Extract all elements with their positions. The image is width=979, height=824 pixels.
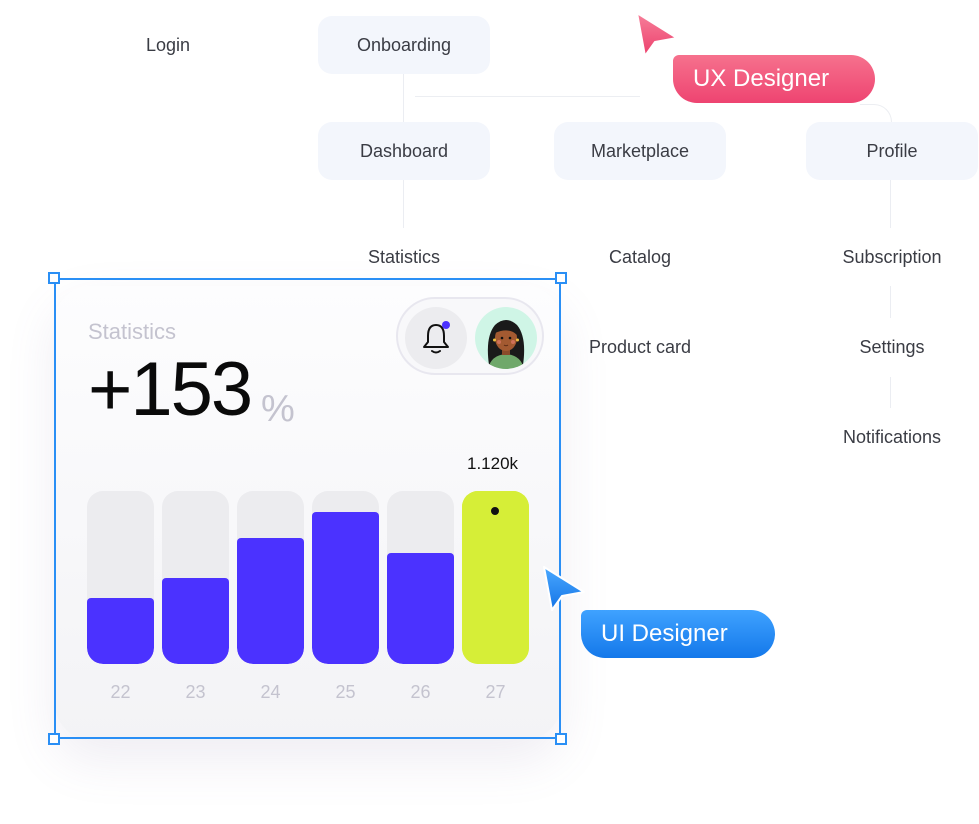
node-label: Marketplace — [590, 140, 690, 161]
user-avatar[interactable] — [475, 307, 537, 369]
x-tick-label-22: 22 — [110, 682, 131, 702]
ui-designer-cursor-icon — [543, 566, 585, 611]
bar-chart — [87, 491, 529, 669]
header-actions — [396, 297, 544, 375]
node-marketplace[interactable]: Marketplace — [554, 122, 726, 180]
bar-track-23[interactable] — [162, 491, 229, 664]
connector-profile-subscription — [890, 180, 891, 228]
ux-designer-label: UX Designer — [693, 65, 830, 92]
highlight-marker-dot — [491, 507, 499, 515]
resize-handle-top-right[interactable] — [555, 272, 567, 284]
ux-designer-cursor-icon — [636, 12, 678, 57]
connector-settings-notifications — [890, 377, 891, 408]
bar-track-25[interactable] — [312, 491, 379, 664]
x-tick-label-26: 26 — [410, 682, 431, 702]
node-label: Product card — [588, 336, 692, 357]
node-label: Onboarding — [356, 34, 452, 55]
node-subscription[interactable]: Subscription — [806, 228, 978, 286]
x-tick-label-27: 27 — [485, 682, 506, 702]
ui-designer-label: UI Designer — [601, 620, 728, 647]
x-tick-label-24: 24 — [260, 682, 281, 702]
notification-dot — [442, 321, 450, 329]
avatar-illustration-icon — [487, 320, 525, 369]
stat-unit: % — [261, 388, 295, 430]
bar-value-label: 1.120k — [467, 454, 519, 473]
node-label: Statistics — [367, 246, 441, 267]
connector-onboarding-marketplace — [415, 96, 640, 123]
bar-25 — [312, 511, 379, 664]
node-catalog[interactable]: Catalog — [554, 228, 726, 286]
ui-designer-tag: UI Designer — [581, 610, 775, 658]
x-tick-label-25: 25 — [335, 682, 356, 702]
node-login[interactable]: Login — [82, 16, 254, 74]
bar-24 — [237, 537, 304, 664]
bar-track-24[interactable] — [237, 491, 304, 664]
bar-track-22[interactable] — [87, 491, 154, 664]
node-label: Settings — [859, 336, 925, 357]
bar-track-27[interactable] — [462, 491, 529, 664]
bar-23 — [162, 577, 229, 664]
node-profile[interactable]: Profile — [806, 122, 978, 180]
node-notifications[interactable]: Notifications — [806, 408, 978, 466]
node-product-card[interactable]: Product card — [554, 318, 726, 376]
node-settings[interactable]: Settings — [806, 318, 978, 376]
bar-27 — [462, 491, 529, 664]
node-statistics[interactable]: Statistics — [318, 228, 490, 286]
card-title: Statistics — [88, 319, 177, 344]
node-label: Dashboard — [359, 140, 449, 161]
resize-handle-bottom-left[interactable] — [48, 733, 60, 745]
node-onboarding[interactable]: Onboarding — [318, 16, 490, 74]
node-label: Profile — [866, 140, 918, 161]
statistics-card[interactable]: Statistics +153 % 22 23 24 25 26 1.120k … — [55, 286, 561, 740]
connector-onboarding-dashboard — [403, 73, 404, 123]
connector-subscription-settings — [890, 286, 891, 318]
connector-ux-profile — [860, 104, 892, 123]
ux-designer-tag: UX Designer — [673, 55, 875, 103]
node-label: Login — [145, 34, 191, 55]
x-tick-label-23: 23 — [185, 682, 206, 702]
bar-22 — [87, 598, 154, 664]
node-dashboard[interactable]: Dashboard — [318, 122, 490, 180]
resize-handle-top-left[interactable] — [48, 272, 60, 284]
bar-track-26[interactable] — [387, 491, 454, 664]
resize-handle-bottom-right[interactable] — [555, 733, 567, 745]
bar-26 — [387, 553, 454, 664]
node-label: Subscription — [842, 246, 942, 267]
node-label: Catalog — [608, 246, 672, 267]
stat-value: +153 — [88, 347, 253, 432]
node-label: Notifications — [842, 426, 942, 447]
notifications-button[interactable] — [405, 307, 467, 369]
connector-dashboard-statistics — [403, 180, 404, 228]
